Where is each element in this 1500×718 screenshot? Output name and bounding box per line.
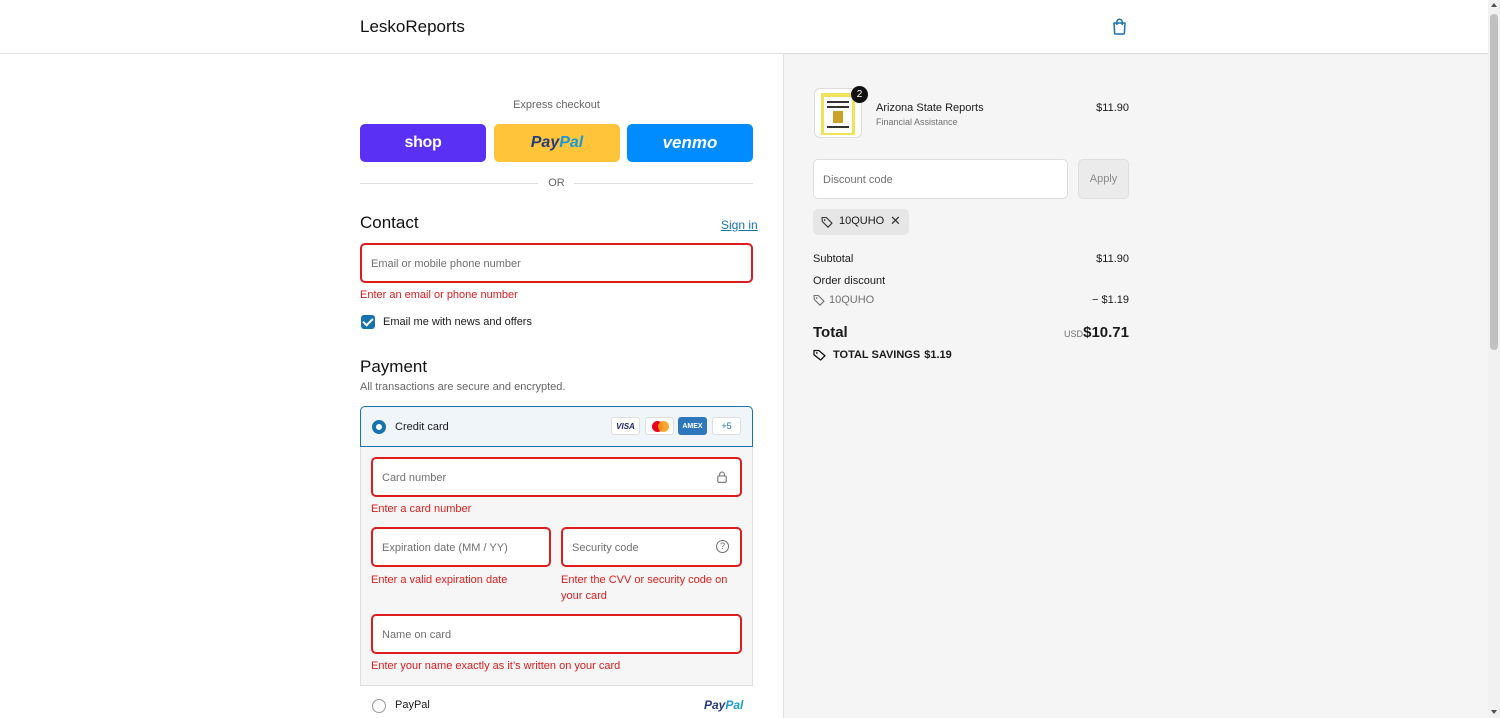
security-code-placeholder: Security code: [572, 542, 639, 554]
payment-heading: Payment: [360, 357, 428, 376]
mastercard-icon: [645, 417, 674, 435]
or-divider: OR: [360, 176, 753, 190]
product-variant: Financial Assistance: [876, 117, 958, 127]
venmo-logo: venmo: [662, 133, 718, 152]
security-code-error: Enter the CVV or security code on your c…: [561, 574, 728, 602]
tag-icon: [821, 216, 833, 228]
credit-card-radio[interactable]: [372, 420, 386, 434]
discount-code-input[interactable]: Discount code: [813, 159, 1068, 199]
paypal-radio[interactable]: [372, 699, 386, 713]
credit-card-label[interactable]: Credit card: [395, 421, 449, 433]
paypal-option-logo: PayPal: [704, 698, 744, 712]
card-number-field[interactable]: Card number: [371, 457, 742, 497]
name-on-card-field[interactable]: Name on card: [371, 614, 742, 654]
name-on-card-placeholder: Name on card: [382, 629, 452, 641]
expiry-field[interactable]: Expiration date (MM / YY): [371, 527, 551, 567]
product-price: $11.90: [1096, 102, 1129, 114]
subtotal-label: Subtotal: [813, 253, 854, 265]
expiry-error: Enter a valid expiration date: [371, 574, 508, 586]
amex-icon: AMEX: [678, 417, 707, 435]
newsletter-label[interactable]: Email me with news and offers: [383, 316, 532, 328]
security-code-field[interactable]: Security code: [561, 527, 742, 567]
order-discount-label: Order discount: [813, 275, 886, 287]
order-discount-code: 10QUHO: [829, 294, 875, 306]
scroll-down-arrow[interactable]: [1491, 710, 1497, 714]
shop-pay-logo: shop: [404, 134, 442, 151]
contact-heading: Contact: [360, 213, 419, 232]
or-label: OR: [548, 177, 565, 189]
scroll-thumb[interactable]: [1490, 14, 1498, 350]
order-summary-panel: [783, 54, 1488, 718]
paypal-logo: PayPal: [530, 134, 584, 151]
card-number-placeholder: Card number: [382, 472, 447, 484]
subtotal-value: $11.90: [1096, 253, 1129, 265]
visa-icon: VISA: [611, 417, 640, 435]
shopping-bag-icon[interactable]: [1111, 18, 1128, 35]
savings-value: $1.19: [924, 349, 952, 361]
order-discount-value: − $1.19: [1091, 294, 1129, 306]
email-error: Enter an email or phone number: [360, 289, 518, 301]
email-field[interactable]: Email or mobile phone number: [360, 243, 753, 283]
expiry-placeholder: Expiration date (MM / YY): [382, 542, 508, 554]
total-savings: TOTAL SAVINGS $1.19: [833, 349, 952, 361]
name-on-card-error: Enter your name exactly as it’s written …: [371, 660, 621, 672]
express-checkout-label: Express checkout: [513, 99, 600, 111]
discount-tag-icon: [813, 294, 825, 306]
apply-button[interactable]: Apply: [1078, 159, 1129, 199]
more-cards-badge: +5: [712, 417, 741, 435]
sign-in-link[interactable]: Sign in: [721, 218, 758, 232]
lock-icon: [717, 471, 727, 483]
help-icon[interactable]: ?: [716, 540, 729, 553]
scrollbar[interactable]: [1488, 0, 1500, 718]
scroll-up-arrow[interactable]: [1491, 3, 1497, 7]
venmo-button[interactable]: venmo: [627, 124, 753, 162]
email-placeholder: Email or mobile phone number: [371, 258, 521, 270]
brand-logo[interactable]: LeskoReports: [360, 17, 465, 37]
paypal-express-button[interactable]: PayPal: [494, 124, 620, 162]
product-title: Arizona State Reports: [876, 102, 984, 114]
savings-label: TOTAL SAVINGS: [833, 349, 921, 361]
remove-discount-close-icon[interactable]: ✕: [890, 214, 901, 228]
total-label: Total: [813, 324, 848, 341]
header: LeskoReports: [0, 0, 1488, 54]
shop-pay-button[interactable]: shop: [360, 124, 486, 162]
payment-subtitle: All transactions are secure and encrypte…: [360, 381, 566, 393]
newsletter-checkbox[interactable]: [361, 315, 375, 329]
discount-code-placeholder: Discount code: [823, 174, 893, 186]
total-value: $10.71: [1083, 324, 1129, 341]
applied-discount-code: 10QUHO: [839, 215, 885, 227]
paypal-option-label[interactable]: PayPal: [395, 699, 430, 711]
card-number-error: Enter a card number: [371, 503, 472, 515]
savings-tag-icon: [813, 349, 826, 361]
quantity-badge: 2: [851, 86, 868, 103]
